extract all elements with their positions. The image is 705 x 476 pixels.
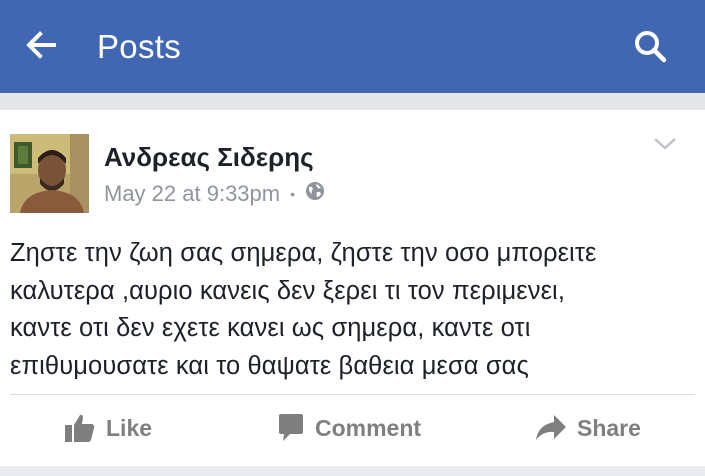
post-text: Ζηστε την ζωη σας σημερα, ζηστε την οσο … [10,235,700,385]
share-label: Share [577,414,641,441]
post-author[interactable]: Ανδρεας Σιδερης [104,142,314,172]
action-divider [10,394,695,395]
back-button[interactable] [20,26,62,68]
globe-icon [305,181,325,207]
post-meta: May 22 at 9:33pm • [104,181,325,207]
feed-divider [0,93,705,110]
post-timestamp[interactable]: May 22 at 9:33pm [104,181,280,207]
app-bar: Posts [0,0,705,93]
page-title: Posts [97,28,182,65]
share-icon [535,414,567,442]
post-text-line: καντε οτι δεν εχετε κανει ως σημερα, καν… [10,314,531,342]
post-card: Ανδρεας Σιδερης May 22 at 9:33pm • Ζηστε… [0,110,705,466]
post-text-line: επιθυμουσατε και το θαψατε βαθεια μεσα σ… [10,351,529,380]
meta-separator: • [290,186,296,202]
like-button[interactable]: Like [64,406,152,450]
search-button[interactable] [628,26,672,70]
like-label: Like [106,414,153,441]
post-text-line: Ζηστε την ζωη σας σημερα, ζηστε την οσο … [10,239,597,267]
arrow-left-icon [24,28,58,67]
comment-label: Comment [315,414,422,441]
post-text-line: καλυτερα ,αυριο κανεις δεν ξερει τι τον … [10,276,566,305]
chevron-down-icon [653,137,677,156]
post-menu-button[interactable] [650,134,680,158]
thumbs-up-icon [64,412,96,444]
comment-icon [277,413,305,443]
share-button[interactable]: Share [535,406,641,450]
search-icon [632,28,668,69]
comment-button[interactable]: Comment [277,406,421,450]
feed-bottom [0,466,705,476]
avatar[interactable] [10,134,89,213]
